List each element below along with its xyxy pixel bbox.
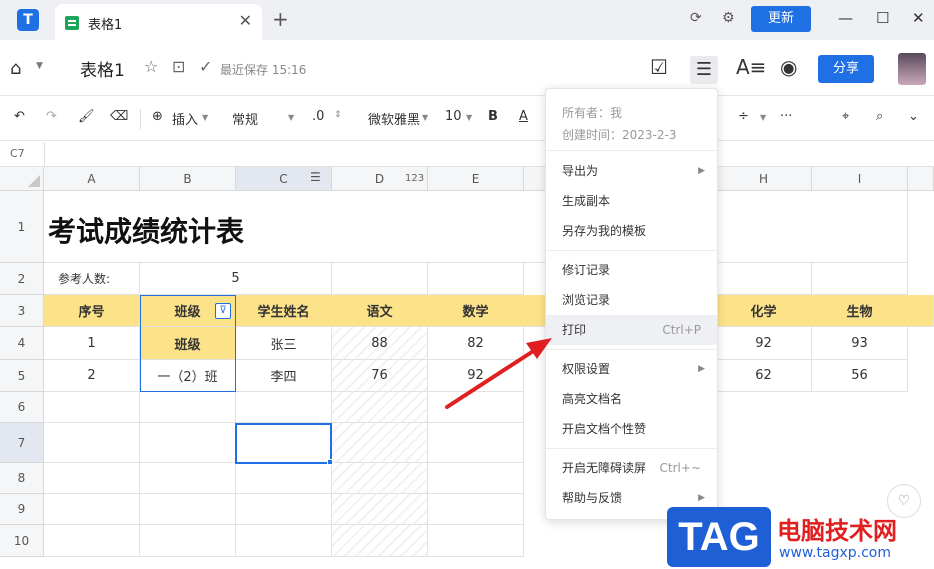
watermark-url: www.tagxp.com: [779, 545, 891, 561]
watermark-tag-logo: TAG: [667, 507, 771, 567]
watermark-site-name: 电脑技术网: [777, 517, 897, 545]
site-watermark: TAG 电脑技术网 www.tagxp.com: [665, 505, 934, 569]
red-annotation-arrow-icon: [445, 338, 552, 409]
arrow-shaft: [445, 346, 540, 409]
arrow-head: [526, 338, 552, 359]
